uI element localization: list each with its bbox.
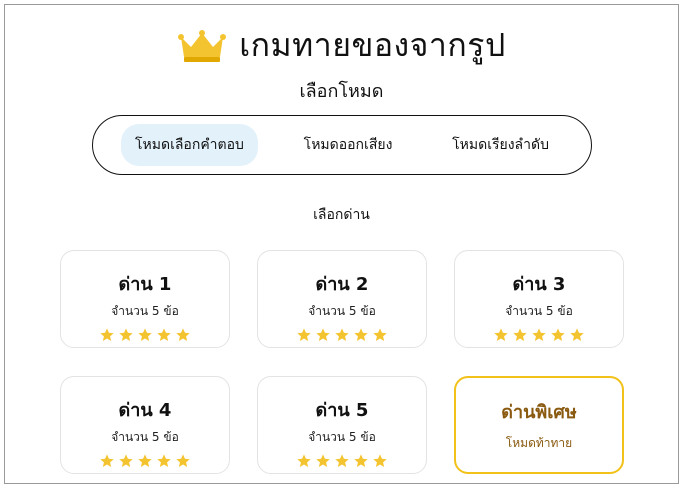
star-rating bbox=[99, 453, 191, 469]
star-icon bbox=[157, 328, 171, 341]
level-name: ด่าน 5 bbox=[315, 400, 369, 421]
level-card-2[interactable]: ด่าน 2 จำนวน 5 ข้อ bbox=[257, 250, 427, 348]
star-icon bbox=[176, 328, 190, 341]
level-question-count: จำนวน 5 ข้อ bbox=[308, 430, 376, 444]
tab-ordering-mode[interactable]: โหมดเรียงลำดับ bbox=[438, 124, 563, 166]
star-rating bbox=[296, 327, 388, 343]
level-name: ด่าน 2 bbox=[315, 274, 369, 295]
level-name: ด่าน 1 bbox=[118, 274, 172, 295]
star-icon bbox=[316, 454, 330, 467]
tab-choice-mode[interactable]: โหมดเลือกคำตอบ bbox=[121, 124, 258, 166]
level-question-count: จำนวน 5 ข้อ bbox=[505, 304, 573, 318]
star-icon bbox=[119, 454, 133, 467]
star-icon bbox=[335, 454, 349, 467]
mode-section-label: เลือกโหมด bbox=[299, 81, 384, 102]
star-rating bbox=[99, 327, 191, 343]
star-icon bbox=[494, 328, 508, 341]
level-card-3[interactable]: ด่าน 3 จำนวน 5 ข้อ bbox=[454, 250, 624, 348]
level-card-5[interactable]: ด่าน 5 จำนวน 5 ข้อ bbox=[257, 376, 427, 474]
star-icon bbox=[157, 454, 171, 467]
star-icon bbox=[551, 328, 565, 341]
star-rating bbox=[296, 453, 388, 469]
mode-selector: โหมดเลือกคำตอบ โหมดออกเสียง โหมดเรียงลำด… bbox=[92, 115, 592, 175]
star-icon bbox=[354, 454, 368, 467]
star-icon bbox=[297, 328, 311, 341]
level-card-4[interactable]: ด่าน 4 จำนวน 5 ข้อ bbox=[60, 376, 230, 474]
star-icon bbox=[354, 328, 368, 341]
star-icon bbox=[297, 454, 311, 467]
level-section-label: เลือกด่าน bbox=[313, 207, 370, 223]
header: เกมทายของจากรูป bbox=[0, 20, 683, 71]
star-icon bbox=[119, 328, 133, 341]
level-question-count: จำนวน 5 ข้อ bbox=[111, 304, 179, 318]
star-icon bbox=[373, 328, 387, 341]
level-question-count: จำนวน 5 ข้อ bbox=[111, 430, 179, 444]
star-icon bbox=[138, 454, 152, 467]
level-question-count: จำนวน 5 ข้อ bbox=[308, 304, 376, 318]
star-icon bbox=[138, 328, 152, 341]
star-icon bbox=[100, 454, 114, 467]
star-icon bbox=[532, 328, 546, 341]
level-name: ด่าน 3 bbox=[512, 274, 566, 295]
level-card-1[interactable]: ด่าน 1 จำนวน 5 ข้อ bbox=[60, 250, 230, 348]
star-icon bbox=[570, 328, 584, 341]
star-rating bbox=[493, 327, 585, 343]
star-icon bbox=[316, 328, 330, 341]
star-icon bbox=[373, 454, 387, 467]
special-level-name: ด่านพิเศษ bbox=[501, 402, 577, 423]
special-level-subtitle: โหมดท้าทาย bbox=[505, 436, 573, 450]
tab-pronunciation-mode[interactable]: โหมดออกเสียง bbox=[290, 124, 407, 166]
star-icon bbox=[513, 328, 527, 341]
level-name: ด่าน 4 bbox=[118, 400, 172, 421]
crown-icon bbox=[178, 29, 227, 62]
star-icon bbox=[335, 328, 349, 341]
star-icon bbox=[100, 328, 114, 341]
special-level-card[interactable]: ด่านพิเศษ โหมดท้าทาย bbox=[454, 376, 624, 474]
star-icon bbox=[176, 454, 190, 467]
page-title: เกมทายของจากรูป bbox=[239, 26, 506, 64]
